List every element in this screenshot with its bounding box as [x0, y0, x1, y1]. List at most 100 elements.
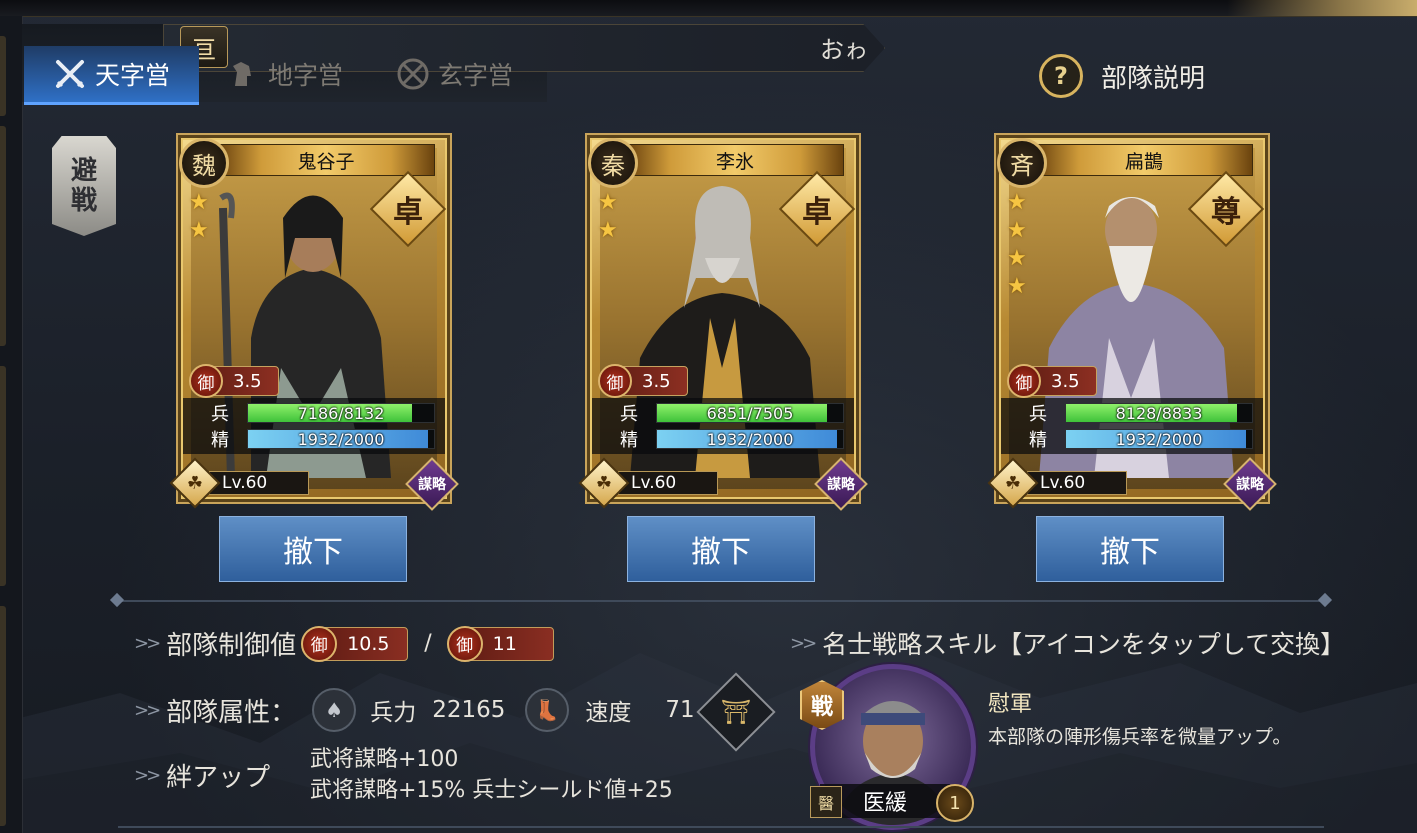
- withdraw-button[interactable]: 撤下: [627, 516, 815, 582]
- control-current-badge: 御 10.5: [301, 625, 409, 662]
- rank-glyph: 卓: [802, 195, 832, 230]
- tab-xuanzi[interactable]: 玄字営: [396, 46, 513, 102]
- troops-value: 6851/7505: [706, 403, 794, 423]
- faction-badge: 魏: [179, 138, 229, 188]
- withdraw-button[interactable]: 撤下: [1036, 516, 1224, 582]
- banner-label: おゎ: [820, 36, 868, 64]
- cost-icon: 御: [189, 364, 223, 398]
- general-name: 鬼谷子: [217, 144, 435, 176]
- control-label: 部隊制御値: [166, 631, 297, 661]
- spirit-row: 精 1932/2000: [1029, 428, 1253, 451]
- control-max-badge: 御 11: [446, 625, 554, 662]
- faction-badge: 斉: [997, 138, 1047, 188]
- rank-glyph: 尊: [1211, 195, 1241, 230]
- bond-effect-line: 武将謀略+15% 兵士シールド値+25: [310, 778, 673, 803]
- troops-label: 兵: [620, 404, 638, 425]
- unit-help-label: 部隊説明: [1101, 63, 1206, 94]
- star-icon: ★: [1007, 218, 1027, 243]
- shield-icon: [396, 57, 430, 91]
- star-icon: ★: [598, 190, 618, 215]
- cost-icon: 御: [1007, 364, 1041, 398]
- star-icon: ★: [1007, 190, 1027, 215]
- level-label: Lv.60: [209, 471, 309, 495]
- control-separator: /: [424, 631, 432, 656]
- stat-bars: 兵 7186/8132 精 1932/2000: [183, 398, 445, 454]
- star-rating: ★ ★ ★ ★: [1007, 192, 1027, 298]
- star-icon: ★: [189, 190, 209, 215]
- tab-label: 玄字営: [438, 61, 514, 90]
- troops-label: 兵: [1029, 404, 1047, 425]
- top-bar: [0, 0, 1417, 17]
- cost-value: 3.5: [233, 370, 262, 392]
- skill-description: 本部隊の陣形傷兵率を微量アップ。: [988, 726, 1292, 748]
- cost-badge: 御 3.5: [1007, 364, 1097, 398]
- speed-value: 71: [665, 697, 695, 723]
- attributes-label: 部隊属性：: [166, 697, 297, 728]
- tab-label: 地字営: [268, 61, 344, 90]
- medicine-icon: 醫: [810, 786, 842, 818]
- cost-icon: 御: [446, 625, 483, 662]
- withdraw-button[interactable]: 撤下: [219, 516, 407, 582]
- general-card[interactable]: 扁鵲 斉 ★ ★ ★ ★ 尊 御 3.5 兵 8128/8833 精 1932/…: [987, 138, 1277, 511]
- star-icon: ★: [189, 218, 209, 243]
- speed-label: 速度: [585, 700, 632, 726]
- tab-dizi[interactable]: 地字営: [226, 46, 343, 102]
- bond-label: 絆アップ: [166, 763, 271, 793]
- troops-row: 兵 6851/7505: [620, 402, 844, 425]
- level-bar: Lv.60 ☘ 謀略: [169, 457, 459, 511]
- general-name: 扁鵲: [1035, 144, 1253, 176]
- attributes-row: >> 部隊属性： ♠ 兵力 22165 👢 速度 71: [134, 688, 695, 732]
- avoid-battle-toggle[interactable]: 避 戦: [52, 136, 116, 236]
- skill-name: 慰軍: [988, 692, 1033, 717]
- crossed-swords-icon: [53, 57, 87, 91]
- troops-value: 8128/8833: [1115, 403, 1203, 423]
- cost-icon: 御: [301, 625, 338, 662]
- cost-value: 3.5: [642, 370, 671, 392]
- general-card[interactable]: 鬼谷子 魏 ★ ★ 卓 御 3.5 兵 7186/8132 精 1932/200…: [169, 138, 459, 511]
- star-icon: ★: [1007, 246, 1027, 271]
- troops-label: 兵: [211, 404, 229, 425]
- cost-badge: 御 3.5: [189, 364, 279, 398]
- control-value-row: >> 部隊制御値 御 10.5 / 御 11: [134, 625, 554, 662]
- troops-row: 兵 8128/8833: [1029, 402, 1253, 425]
- left-rail: [0, 16, 23, 833]
- control-current: 10.5: [347, 632, 390, 655]
- chevron-icon: >>: [790, 632, 817, 654]
- tab-tianzi[interactable]: 天字営: [24, 46, 199, 105]
- level-label: Lv.60: [618, 471, 718, 495]
- spirit-value: 1932/2000: [297, 429, 385, 449]
- faction-badge: 秦: [588, 138, 638, 188]
- rank-glyph: 卓: [393, 195, 423, 230]
- section-divider: [118, 600, 1324, 602]
- chevron-icon: >>: [134, 633, 161, 654]
- control-max: 11: [492, 632, 517, 655]
- troop-power-icon: ♠: [312, 688, 357, 732]
- avoid-char-2: 戦: [70, 186, 97, 216]
- spirit-value: 1932/2000: [1115, 429, 1203, 449]
- spirit-label: 精: [1029, 430, 1047, 451]
- level-bar: Lv.60 ☘ 謀略: [578, 457, 868, 511]
- bond-effects: 武将謀略+100 武将謀略+15% 兵士シールド値+25: [310, 744, 673, 806]
- skill-header-label: 名士戦略スキル【アイコンをタップして交換】: [822, 630, 1346, 659]
- star-icon: ★: [598, 218, 618, 243]
- power-label: 兵力: [370, 700, 417, 726]
- general-card[interactable]: 李氷 秦 ★ ★ 卓 御 3.5 兵 6851/7505 精 1932/2000…: [578, 138, 868, 511]
- star-icon: ★: [1007, 274, 1027, 299]
- spirit-value: 1932/2000: [706, 429, 794, 449]
- troops-row: 兵 7186/8132: [211, 402, 435, 425]
- skill-header: >> 名士戦略スキル【アイコンをタップして交換】: [790, 625, 1345, 661]
- stat-bars: 兵 6851/7505 精 1932/2000: [592, 398, 854, 454]
- unit-help-button[interactable]: ? 部隊説明: [1039, 54, 1205, 98]
- spirit-row: 精 1932/2000: [620, 428, 844, 451]
- bottom-divider: [118, 826, 1324, 828]
- chevron-icon: >>: [134, 765, 161, 786]
- cost-badge: 御 3.5: [598, 364, 688, 398]
- horse-icon: [226, 57, 260, 91]
- level-bar: Lv.60 ☘ 謀略: [987, 457, 1277, 511]
- spirit-label: 精: [211, 430, 229, 451]
- avoid-char-1: 避: [70, 156, 97, 186]
- star-rating: ★ ★: [598, 192, 618, 242]
- stat-bars: 兵 8128/8833 精 1932/2000: [1001, 398, 1263, 454]
- troops-value: 7186/8132: [297, 403, 385, 423]
- help-icon: ?: [1039, 54, 1083, 98]
